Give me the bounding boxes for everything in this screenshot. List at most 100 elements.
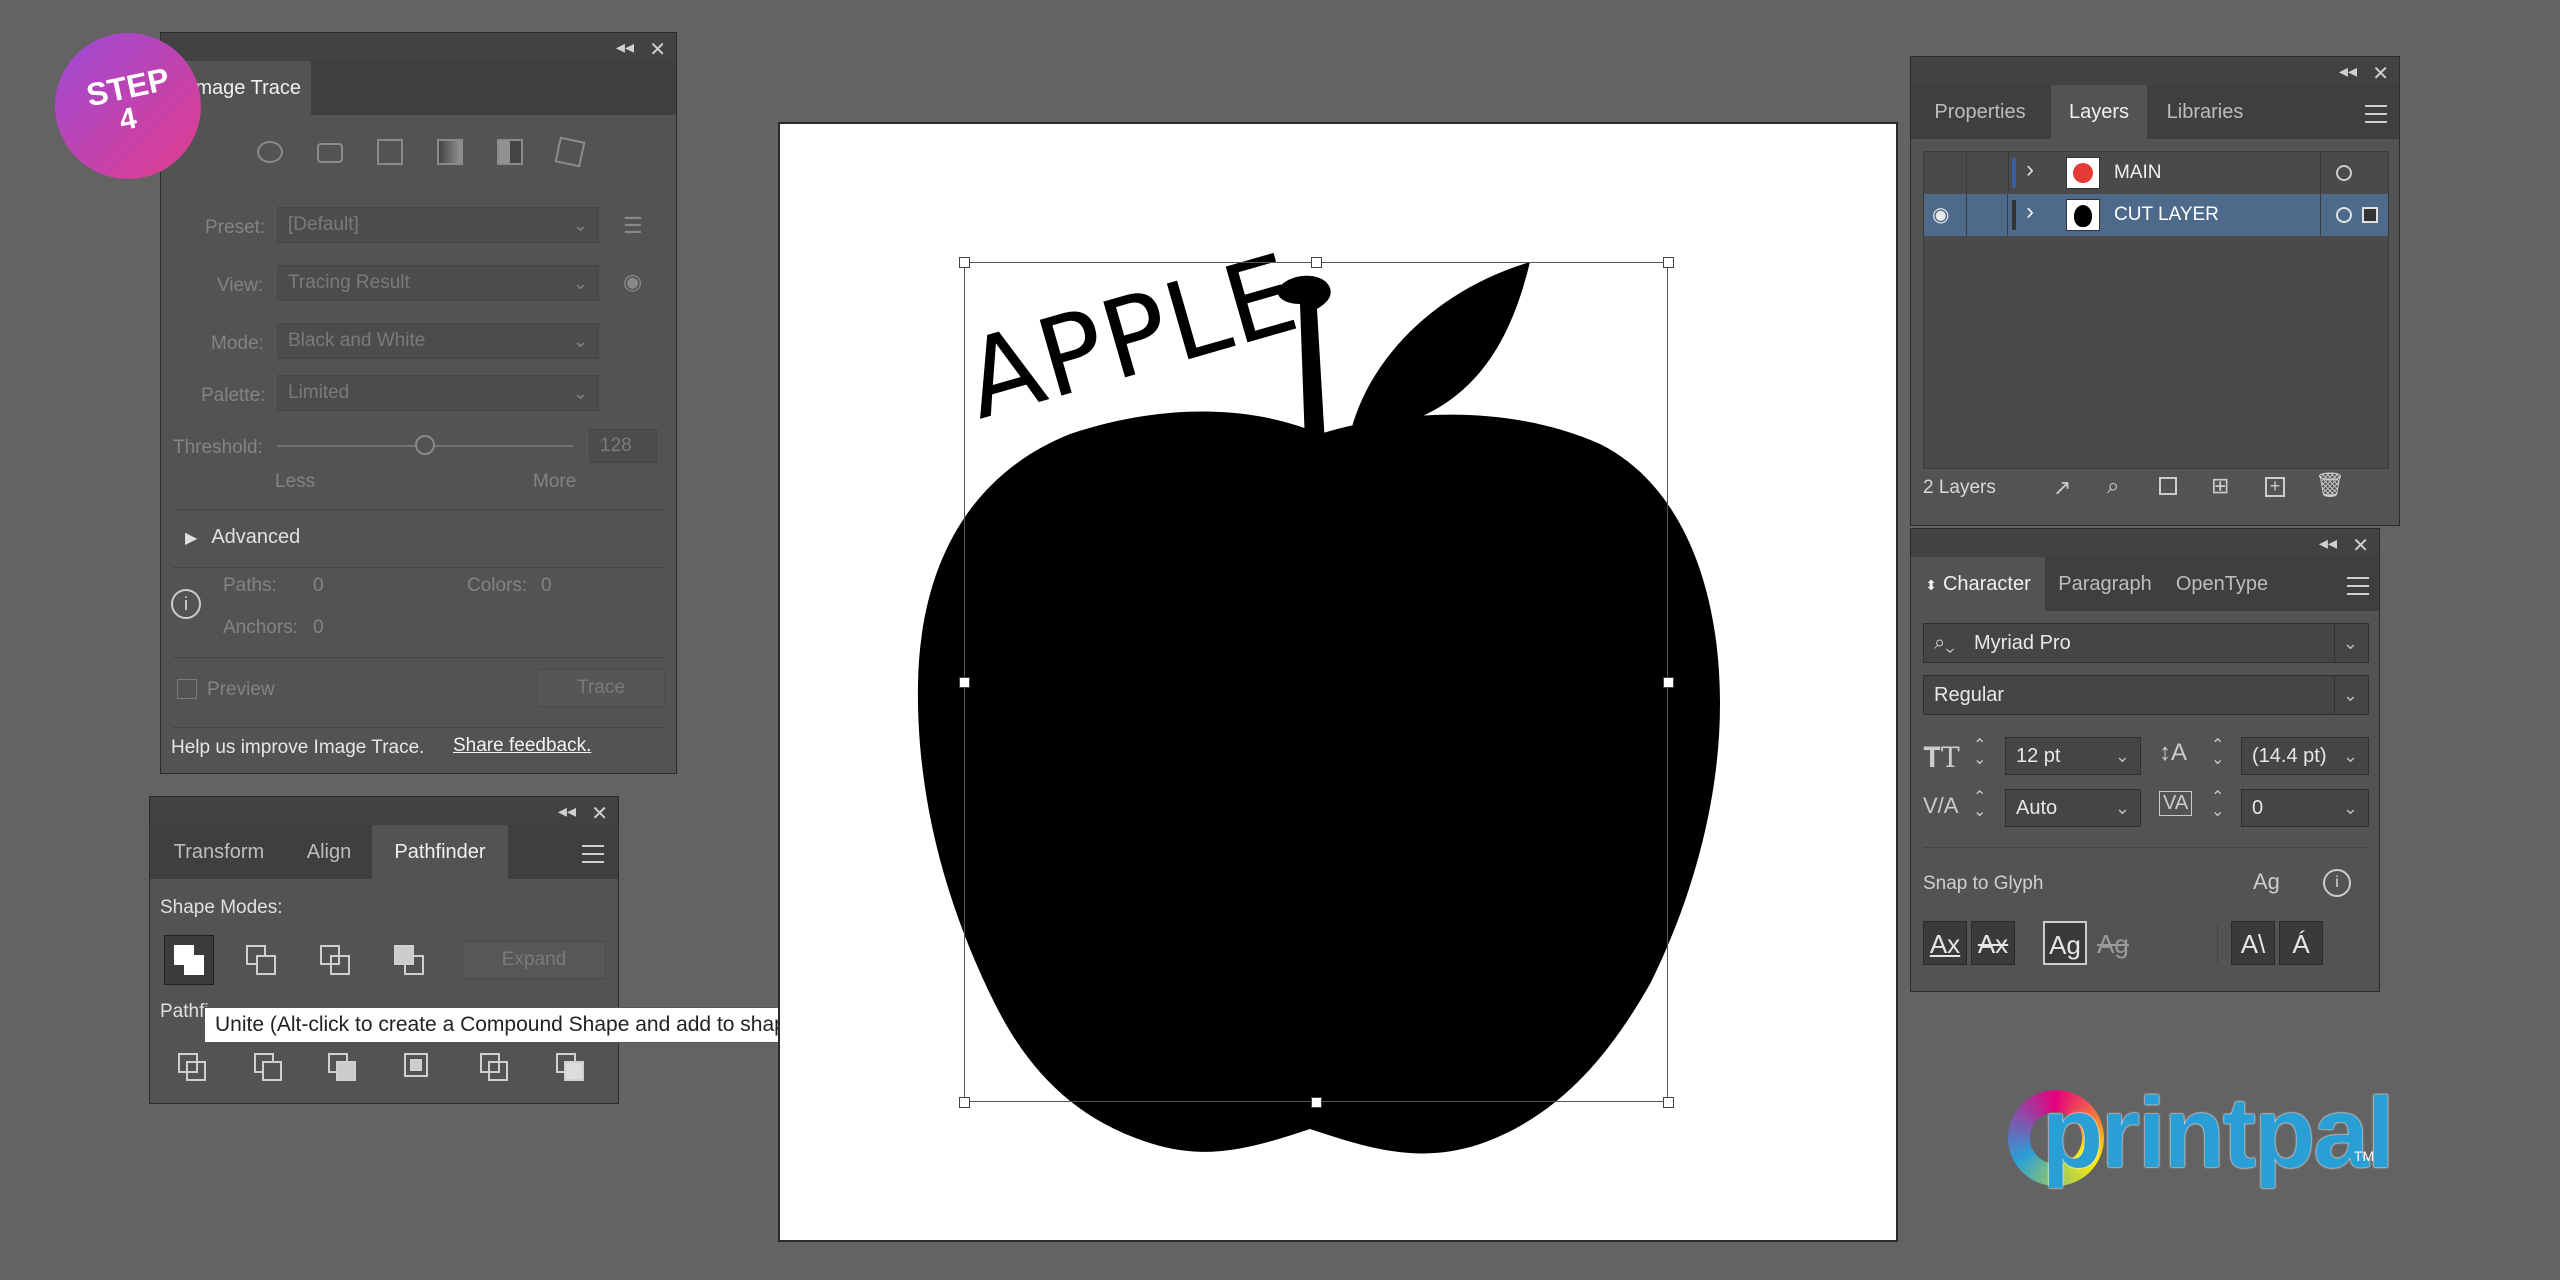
trim-icon[interactable] — [252, 1051, 286, 1085]
leading-field[interactable]: (14.4 pt) ⌄ — [2241, 737, 2369, 775]
preview-checkbox[interactable] — [177, 679, 197, 699]
close-icon[interactable]: ✕ — [649, 37, 666, 62]
expand-button[interactable]: Expand — [462, 941, 606, 979]
view-select[interactable]: Tracing Result ⌄ — [277, 265, 599, 301]
share-feedback-link[interactable]: Share feedback. — [453, 735, 591, 757]
eye-icon[interactable]: ◉ — [623, 269, 642, 295]
close-icon[interactable]: ✕ — [2352, 533, 2369, 558]
eye-icon[interactable]: ◉ — [1932, 202, 1949, 227]
high-color-icon[interactable] — [313, 135, 347, 169]
kerning-stepper[interactable]: ⌃ ⌄ — [1973, 790, 1986, 820]
palette-select[interactable]: Limited ⌄ — [277, 375, 599, 411]
outline-pf-icon[interactable] — [478, 1051, 512, 1085]
tab-libraries[interactable]: Libraries — [2147, 85, 2263, 139]
close-icon[interactable]: ✕ — [591, 801, 608, 826]
selection-handle[interactable] — [1663, 257, 1674, 268]
leading-stepper[interactable]: ⌃ ⌄ — [2211, 738, 2224, 768]
black-white-icon[interactable] — [493, 135, 527, 169]
panel-titlebar[interactable]: ◂◂ ✕ — [161, 33, 676, 61]
layer-row-cut-layer[interactable]: ◉ › CUT LAYER — [1924, 194, 2388, 236]
mode-select[interactable]: Black and White ⌄ — [277, 323, 599, 359]
make-clipping-mask-icon[interactable] — [2159, 477, 2177, 495]
threshold-input[interactable]: 128 — [589, 429, 657, 463]
selection-handle[interactable] — [959, 1097, 970, 1108]
collapse-icon[interactable]: ◂◂ — [2319, 533, 2337, 554]
tab-character[interactable]: ⬍ Character — [1911, 557, 2045, 611]
low-color-icon[interactable] — [373, 135, 407, 169]
chevron-right-icon[interactable]: › — [2026, 198, 2034, 226]
selection-handle[interactable] — [1663, 1097, 1674, 1108]
glyph-bounds-snap-icon[interactable]: Ag — [2043, 921, 2087, 965]
collapse-icon[interactable]: ◂◂ — [2339, 61, 2357, 82]
unite-icon[interactable] — [164, 935, 214, 985]
trash-icon[interactable]: 🗑︎ — [2315, 471, 2345, 500]
selection-handle[interactable] — [1311, 257, 1322, 268]
crop-icon[interactable] — [402, 1051, 436, 1085]
tab-layers[interactable]: Layers — [2051, 85, 2147, 139]
selection-handle[interactable] — [1663, 677, 1674, 688]
tracking-stepper[interactable]: ⌃ ⌄ — [2211, 790, 2224, 820]
anchor-point-snap-icon[interactable]: Á — [2279, 921, 2323, 965]
collect-export-icon[interactable]: ↗ — [2053, 475, 2071, 501]
tab-align[interactable]: Align — [288, 825, 370, 879]
divide-icon[interactable] — [176, 1051, 210, 1085]
chevron-right-icon[interactable]: › — [2026, 156, 2034, 184]
target-circle-icon[interactable] — [2336, 207, 2352, 223]
baseline-snap-icon[interactable]: Ax — [1923, 921, 1967, 965]
panel-menu-icon[interactable] — [2347, 577, 2369, 595]
visibility-toggle[interactable] — [1924, 152, 1967, 194]
font-size-stepper[interactable]: ⌃ ⌄ — [1973, 738, 1986, 768]
minus-front-icon[interactable] — [244, 943, 278, 977]
collapse-icon[interactable]: ◂◂ — [558, 801, 576, 822]
angular-guides-snap-icon[interactable]: A\ — [2231, 921, 2275, 965]
threshold-slider-thumb[interactable] — [415, 435, 435, 455]
close-icon[interactable]: ✕ — [2372, 61, 2389, 86]
lock-toggle[interactable] — [1966, 194, 2008, 236]
trace-button[interactable]: Trace — [537, 669, 665, 707]
proximity-guides-snap-icon[interactable]: Ag — [2091, 921, 2135, 965]
merge-icon[interactable] — [326, 1051, 360, 1085]
layer-name[interactable]: MAIN — [2114, 162, 2162, 184]
advanced-toggle[interactable]: ▶ Advanced — [185, 509, 300, 565]
minus-back-icon[interactable] — [554, 1051, 588, 1085]
selection-handle[interactable] — [959, 677, 970, 688]
selection-handle[interactable] — [959, 257, 970, 268]
kerning-field[interactable]: Auto ⌄ — [2005, 789, 2141, 827]
target-circle-icon[interactable] — [2336, 165, 2352, 181]
tab-opentype[interactable]: OpenType — [2165, 557, 2279, 611]
auto-color-icon[interactable] — [253, 135, 287, 169]
locate-object-icon[interactable]: ⌕ — [2107, 473, 2119, 499]
panel-titlebar[interactable]: ◂◂ ✕ — [1911, 529, 2379, 557]
layer-name[interactable]: CUT LAYER — [2114, 204, 2219, 226]
outline-icon[interactable] — [553, 135, 587, 169]
tab-pathfinder[interactable]: Pathfinder — [372, 825, 508, 879]
grayscale-icon[interactable] — [433, 135, 467, 169]
font-size-field[interactable]: 12 pt ⌄ — [2005, 737, 2141, 775]
selection-handle[interactable] — [1311, 1097, 1322, 1108]
layer-row-main[interactable]: › MAIN — [1924, 152, 2388, 195]
font-style-select[interactable]: Regular ⌄ — [1923, 675, 2369, 715]
new-sublayer-icon[interactable]: ⊞ — [2211, 473, 2229, 499]
intersect-icon[interactable] — [318, 943, 352, 977]
panel-menu-icon[interactable] — [582, 845, 604, 863]
preset-select[interactable]: [Default] ⌄ — [277, 207, 599, 243]
panel-menu-icon[interactable] — [2365, 105, 2387, 123]
selected-art-indicator[interactable] — [2362, 207, 2378, 223]
tracking-field[interactable]: 0 ⌄ — [2241, 789, 2369, 827]
panel-titlebar[interactable]: ◂◂ ✕ — [150, 797, 618, 825]
artboard[interactable]: APPLE — [778, 122, 1898, 1242]
new-layer-icon[interactable]: + — [2265, 477, 2285, 497]
panel-titlebar[interactable]: ◂◂ ✕ — [1911, 57, 2399, 85]
selection-bounding-box[interactable] — [964, 262, 1668, 1102]
tab-transform[interactable]: Transform — [150, 825, 288, 879]
exclude-icon[interactable] — [392, 943, 426, 977]
tab-paragraph[interactable]: Paragraph — [2045, 557, 2165, 611]
tab-properties[interactable]: Properties — [1911, 85, 2049, 139]
lock-toggle[interactable] — [1966, 152, 2009, 194]
snap-options-icon[interactable]: Ag — [2253, 869, 2280, 895]
collapse-icon[interactable]: ◂◂ — [616, 37, 634, 58]
info-icon[interactable]: i — [2323, 869, 2351, 897]
x-height-snap-icon[interactable]: Ax — [1971, 921, 2015, 965]
font-family-select[interactable]: ⌕⌄ Myriad Pro ⌄ — [1923, 623, 2369, 663]
preset-list-icon[interactable]: ☰ — [623, 213, 643, 239]
